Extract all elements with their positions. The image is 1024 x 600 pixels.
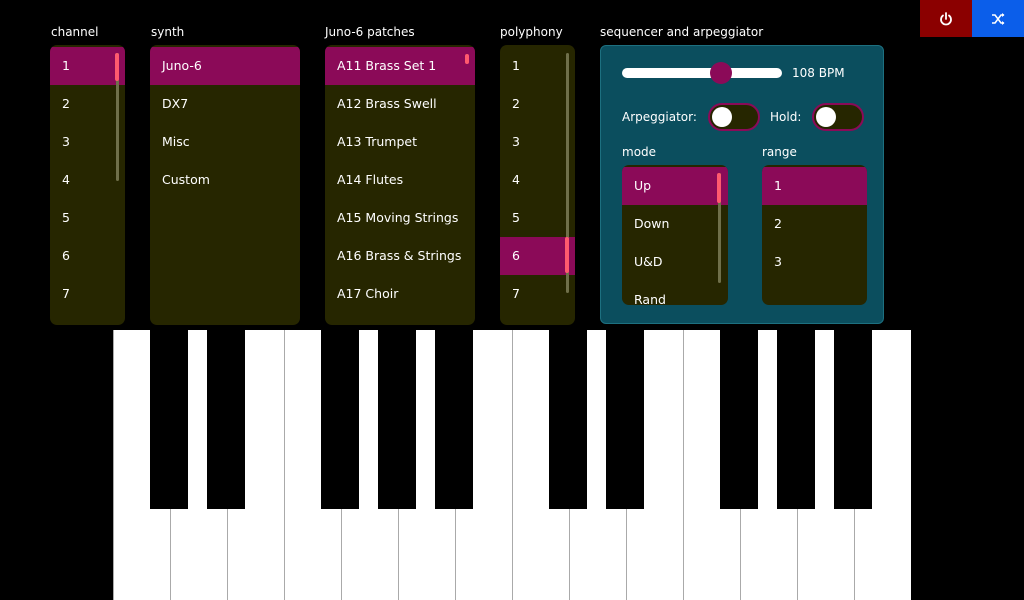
power-icon: [940, 11, 952, 25]
black-key[interactable]: [321, 330, 359, 509]
patches-label: Juno-6 patches: [325, 25, 415, 39]
mode-list[interactable]: Up Down U&D Rand: [622, 165, 728, 305]
polyphony-list[interactable]: 1 2 3 4 5 6 7: [500, 45, 575, 325]
channel-item[interactable]: 7: [50, 275, 125, 313]
polyphony-item[interactable]: 2: [500, 85, 575, 123]
range-label: range: [762, 145, 797, 159]
sequencer-panel: 108 BPM Arpeggiator: Hold: mode Up Down …: [600, 45, 884, 324]
patch-item[interactable]: A15 Moving Strings: [325, 199, 475, 237]
tempo-slider-track[interactable]: [622, 68, 782, 78]
patches-scroll-thumb[interactable]: [465, 54, 469, 64]
mode-item[interactable]: U&D: [622, 243, 728, 281]
black-key[interactable]: [549, 330, 587, 509]
channel-scroll-thumb[interactable]: [115, 53, 119, 81]
channel-item[interactable]: 3: [50, 123, 125, 161]
channel-item[interactable]: 5: [50, 199, 125, 237]
patch-item[interactable]: A12 Brass Swell: [325, 85, 475, 123]
sequencer-label: sequencer and arpeggiator: [600, 25, 764, 39]
channel-list[interactable]: 1 2 3 4 5 6 7: [50, 45, 125, 325]
shuffle-icon: [992, 12, 1005, 25]
polyphony-label: polyphony: [500, 25, 563, 39]
black-key[interactable]: [720, 330, 758, 509]
range-item[interactable]: 2: [762, 205, 867, 243]
hold-label: Hold:: [770, 110, 802, 124]
channel-label: channel: [51, 25, 99, 39]
mode-label: mode: [622, 145, 657, 159]
polyphony-item[interactable]: 3: [500, 123, 575, 161]
synth-label: synth: [151, 25, 185, 39]
patch-item[interactable]: A14 Flutes: [325, 161, 475, 199]
range-item[interactable]: 3: [762, 243, 867, 281]
polyphony-item[interactable]: 1: [500, 47, 575, 85]
black-key[interactable]: [150, 330, 188, 509]
synth-list[interactable]: Juno-6 DX7 Misc Custom: [150, 45, 300, 325]
black-key[interactable]: [207, 330, 245, 509]
arpeggiator-toggle-knob: [712, 107, 732, 127]
arpeggiator-label: Arpeggiator:: [622, 110, 697, 124]
synth-item[interactable]: Juno-6: [150, 47, 300, 85]
black-key[interactable]: [435, 330, 473, 509]
black-key[interactable]: [834, 330, 872, 509]
black-key[interactable]: [606, 330, 644, 509]
patch-item[interactable]: A13 Trumpet: [325, 123, 475, 161]
synth-item[interactable]: Custom: [150, 161, 300, 199]
mode-scroll-thumb[interactable]: [717, 173, 721, 203]
channel-item[interactable]: 4: [50, 161, 125, 199]
polyphony-item[interactable]: 4: [500, 161, 575, 199]
channel-item[interactable]: 2: [50, 85, 125, 123]
bpm-readout: 108 BPM: [792, 66, 845, 80]
range-item[interactable]: 1: [762, 167, 867, 205]
black-key[interactable]: [378, 330, 416, 509]
polyphony-scroll-thumb[interactable]: [565, 237, 569, 273]
synth-item[interactable]: Misc: [150, 123, 300, 161]
polyphony-item[interactable]: 5: [500, 199, 575, 237]
mode-item[interactable]: Down: [622, 205, 728, 243]
hold-toggle[interactable]: [812, 103, 864, 131]
channel-item[interactable]: 1: [50, 47, 125, 85]
patch-item[interactable]: A11 Brass Set 1: [325, 47, 475, 85]
synth-item[interactable]: DX7: [150, 85, 300, 123]
shuffle-button[interactable]: [972, 0, 1024, 37]
patch-item[interactable]: A17 Choir: [325, 275, 475, 313]
hold-toggle-knob: [816, 107, 836, 127]
channel-item[interactable]: 6: [50, 237, 125, 275]
mode-item[interactable]: Rand: [622, 281, 728, 305]
tempo-slider-knob[interactable]: [710, 62, 733, 84]
patches-list[interactable]: A11 Brass Set 1 A12 Brass Swell A13 Trum…: [325, 45, 475, 325]
black-key[interactable]: [777, 330, 815, 509]
arpeggiator-toggle[interactable]: [708, 103, 760, 131]
polyphony-item[interactable]: 6: [500, 237, 575, 275]
patch-item[interactable]: A16 Brass & Strings: [325, 237, 475, 275]
power-button[interactable]: [920, 0, 972, 37]
mode-item[interactable]: Up: [622, 167, 728, 205]
range-list[interactable]: 1 2 3: [762, 165, 867, 305]
polyphony-item[interactable]: 7: [500, 275, 575, 313]
